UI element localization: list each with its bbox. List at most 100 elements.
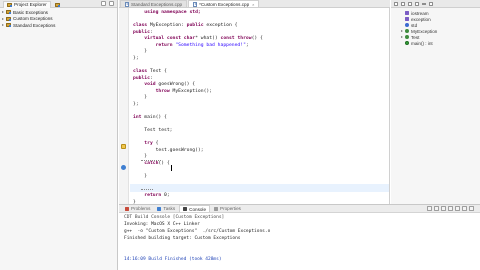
expand-arrow-icon[interactable] (401, 30, 403, 32)
code-token: : (149, 75, 153, 81)
display-console-icon[interactable] (448, 206, 453, 211)
code-line[interactable]: using namespace std; (133, 9, 200, 17)
tree-item-label: Standard Exceptions (13, 22, 56, 28)
code-token: throw (155, 88, 170, 94)
console-output[interactable]: CDT Build Console [Custom Exceptions] In… (119, 213, 480, 270)
code-token: void (144, 82, 156, 88)
outline-panel: iostream exception std MyException Test main(… (391, 0, 480, 204)
tab-standard-exceptions-cpp[interactable]: Standard Exceptions.cpp (120, 0, 188, 7)
code-line[interactable]: }; (133, 55, 139, 63)
outline-view-icon[interactable] (394, 1, 398, 6)
code-token: public (133, 75, 150, 81)
breakpoint-icon[interactable] (121, 165, 126, 170)
code-editor[interactable]: using namespace std; class MyException: p… (119, 8, 390, 204)
code-token: : (149, 29, 153, 35)
tasks-icon (157, 206, 162, 211)
hide-fields-icon[interactable] (408, 1, 412, 6)
code-line[interactable]: Test test; (133, 127, 172, 135)
code-line[interactable]: int main() { (133, 114, 167, 122)
code-token: } (133, 154, 148, 160)
minimize-icon[interactable] (462, 206, 467, 211)
editor-tab-label: Standard Exceptions.cpp (131, 1, 183, 7)
maximize-icon[interactable] (469, 206, 474, 211)
code-token: return (144, 193, 162, 199)
tab-properties[interactable]: Properties (211, 205, 244, 212)
properties-icon (214, 206, 219, 211)
expand-arrow-icon[interactable] (2, 11, 4, 14)
close-icon[interactable]: × (252, 2, 254, 7)
console-title: CDT Build Console [Custom Exceptions] (124, 215, 225, 220)
tab-custom-exceptions-cpp[interactable]: *Custom Exceptions.cpp × (188, 0, 260, 7)
open-console-icon[interactable] (455, 206, 460, 211)
minimize-icon[interactable] (422, 3, 426, 5)
hide-static-icon[interactable] (415, 1, 419, 6)
code-line[interactable]: return "Something bad happened!"; (133, 42, 249, 50)
outline-item[interactable]: main() : int (401, 40, 480, 46)
code-line[interactable]: }; (133, 101, 139, 109)
console-line: 14:16:09 Build Finished (took 428ms) (124, 257, 222, 262)
class-icon (405, 29, 409, 33)
view-controls (101, 1, 114, 6)
maximize-icon[interactable] (429, 1, 433, 6)
code-token: { (152, 141, 159, 146)
project-icon (6, 23, 11, 28)
project-icon (6, 16, 11, 21)
project-icon (6, 10, 11, 15)
code-token: public (133, 29, 150, 35)
outline-item-label: iostream (411, 10, 429, 16)
outline-item-label: MyException (411, 28, 438, 34)
code-line[interactable]: return 0; (133, 192, 169, 200)
tree-item-label: Custom Exceptions (13, 16, 53, 22)
class-icon (405, 35, 409, 39)
maximize-icon[interactable] (109, 1, 114, 6)
code-token: }; (133, 55, 139, 61)
clear-console-icon[interactable] (427, 206, 432, 211)
sort-icon[interactable] (401, 1, 405, 6)
tab-project-explorer[interactable]: Project Explorer (3, 0, 51, 8)
tab-properties-label: Properties (220, 206, 241, 211)
tree-item-project[interactable]: Standard Exceptions (0, 22, 117, 29)
project-explorer-icon (7, 2, 12, 7)
function-icon (405, 41, 409, 45)
code-token: * what() (195, 36, 221, 42)
outline-item-label: Test (411, 34, 420, 40)
minimize-icon[interactable] (101, 1, 106, 6)
project-tree: Basic Exceptions Custom Exceptions Stand… (0, 8, 117, 29)
code-token: return (155, 42, 173, 48)
editor-tab-label: *Custom Exceptions.cpp (199, 1, 250, 7)
scroll-lock-icon[interactable] (434, 206, 439, 211)
problems-icon (125, 206, 129, 211)
tab-problems[interactable]: Problems (122, 205, 153, 212)
pin-console-icon[interactable] (441, 206, 446, 211)
code-token: ; (245, 42, 249, 48)
tab-tasks[interactable]: Tasks (154, 205, 178, 212)
code-line[interactable]: } (133, 173, 147, 181)
tab-secondary-view[interactable] (51, 1, 64, 8)
code-token: public (186, 23, 204, 29)
outline-item-label: std (411, 22, 418, 28)
outline-toolbar (391, 0, 480, 8)
code-token: class (133, 23, 148, 29)
code-token: () { (158, 160, 170, 166)
warning-marker-icon[interactable] (121, 144, 126, 149)
expand-arrow-icon[interactable] (2, 24, 4, 27)
code-token: virtual const char (144, 36, 196, 42)
code-token: } (133, 173, 148, 179)
code-token: MyException: (147, 23, 187, 29)
folding-guide (141, 189, 153, 190)
console-toolbar (427, 206, 474, 211)
tab-console[interactable]: Console (179, 205, 211, 212)
code-token: MyException(); (169, 88, 213, 94)
editor-gutter (119, 8, 129, 204)
current-line-highlight (130, 184, 389, 192)
expand-arrow-icon[interactable] (2, 17, 4, 20)
expand-arrow-icon[interactable] (401, 36, 403, 38)
tab-problems-label: Problems (131, 206, 151, 211)
code-token: } (133, 49, 148, 55)
folder-icon (54, 2, 60, 7)
